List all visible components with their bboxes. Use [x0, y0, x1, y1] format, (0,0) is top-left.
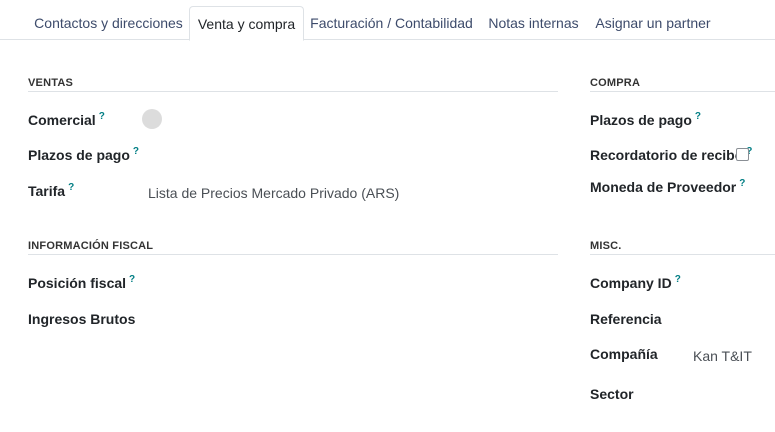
- field-label-comercial: Comercial?: [28, 112, 105, 128]
- field-label-plazos-de-pago: Plazos de pago?: [28, 147, 139, 163]
- tab-facturacion-contabilidad[interactable]: Facturación / Contabilidad: [304, 6, 479, 40]
- help-tooltip-icon[interactable]: ?: [68, 182, 74, 193]
- field-label-company-id: Company ID?: [590, 275, 681, 291]
- notebook-tabs: Contactos y direcciones Venta y compra F…: [0, 0, 775, 41]
- field-label-moneda-de-proveedor: Moneda de Proveedor?: [590, 179, 745, 195]
- compania-value[interactable]: Kan T&IT: [693, 348, 752, 364]
- field-label-text: Posición fiscal: [28, 275, 127, 291]
- help-tooltip-icon[interactable]: ?: [695, 111, 701, 122]
- field-label-compania: Compañía: [590, 346, 658, 362]
- field-label-text: Tarifa: [28, 183, 66, 199]
- avatar[interactable]: [142, 109, 162, 129]
- help-tooltip-icon[interactable]: ?: [133, 146, 139, 157]
- field-label-tarifa: Tarifa?: [28, 183, 74, 199]
- section-title-misc: MISC.: [590, 240, 622, 252]
- section-title-compra: COMPRA: [590, 77, 641, 89]
- tab-contactos-y-direcciones[interactable]: Contactos y direcciones: [28, 6, 189, 40]
- help-tooltip-icon[interactable]: ?: [675, 274, 681, 285]
- field-label-text: Company ID: [590, 275, 672, 291]
- field-label-text: Plazos de pago: [590, 112, 692, 128]
- tab-notas-internas[interactable]: Notas internas: [480, 6, 587, 40]
- field-label-ingresos-brutos: Ingresos Brutos: [28, 311, 136, 327]
- section-title-informacion-fiscal: INFORMACIÓN FISCAL: [28, 240, 154, 252]
- field-label-recordatorio-de-recibo: Recordatorio de recibo?: [590, 147, 752, 163]
- tab-asignar-un-partner[interactable]: Asignar un partner: [588, 6, 718, 40]
- section-divider: [28, 91, 558, 92]
- section-title-ventas: VENTAS: [28, 77, 74, 89]
- field-label-sector: Sector: [590, 386, 634, 402]
- recordatorio-checkbox[interactable]: [736, 148, 749, 161]
- field-label-plazos-de-pago-compra: Plazos de pago?: [590, 112, 701, 128]
- field-label-text: Plazos de pago: [28, 147, 130, 163]
- tarifa-value[interactable]: Lista de Precios Mercado Privado (ARS): [148, 185, 399, 201]
- field-label-text: Moneda de Proveedor: [590, 179, 737, 195]
- help-tooltip-icon[interactable]: ?: [739, 178, 745, 189]
- section-divider: [590, 254, 775, 255]
- help-tooltip-icon[interactable]: ?: [129, 274, 135, 285]
- field-label-text: Recordatorio de recibo: [590, 147, 744, 163]
- help-tooltip-icon[interactable]: ?: [99, 111, 105, 122]
- tab-venta-y-compra[interactable]: Venta y compra: [189, 6, 304, 41]
- section-divider: [28, 254, 558, 255]
- field-label-text: Comercial: [28, 112, 96, 128]
- section-divider: [590, 91, 775, 92]
- field-label-referencia: Referencia: [590, 311, 662, 327]
- field-label-posicion-fiscal: Posición fiscal?: [28, 275, 135, 291]
